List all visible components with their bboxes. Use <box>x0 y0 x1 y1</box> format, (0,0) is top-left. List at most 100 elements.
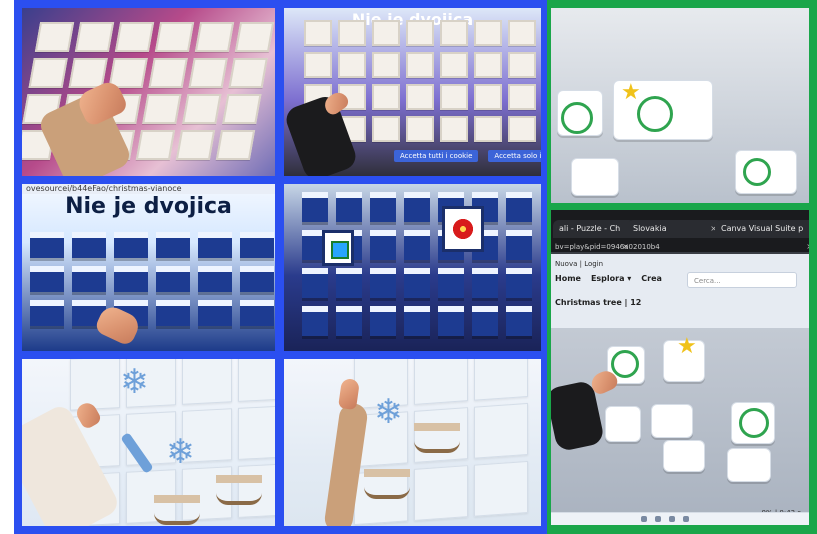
memory-card <box>372 20 400 46</box>
taskbar-icon[interactable] <box>683 516 689 522</box>
menu-create[interactable]: Crea <box>641 274 662 283</box>
memory-tile <box>474 359 528 401</box>
taskbar <box>551 512 809 525</box>
sled-icon <box>414 423 460 453</box>
memory-card <box>508 52 536 78</box>
memory-tile <box>474 460 528 517</box>
tile <box>72 232 106 258</box>
puzzle-piece[interactable] <box>663 440 705 472</box>
snowflake-icon: ❄ <box>166 432 195 472</box>
memory-card <box>440 116 468 142</box>
tile <box>336 268 362 298</box>
breadcrumb: Nuova | Login <box>555 260 604 268</box>
memory-card <box>114 22 155 52</box>
browser-tabs: ali - Puzzle - Ch × Slovakia × Canva Visua… <box>551 210 809 252</box>
screen-title: Nie je dvojica <box>65 194 232 219</box>
tile <box>198 266 232 292</box>
tile <box>336 306 362 336</box>
taskbar-icon[interactable] <box>669 516 675 522</box>
tile <box>302 306 328 336</box>
tile <box>72 266 106 292</box>
memory-card <box>304 52 332 78</box>
puzzle-piece[interactable] <box>651 404 693 438</box>
tile <box>472 268 498 298</box>
taskbar-icon[interactable] <box>641 516 647 522</box>
main-menu: Home Esplora ▾ Crea <box>555 274 662 283</box>
memory-card <box>175 130 216 160</box>
memory-card <box>28 58 68 88</box>
tile <box>240 232 274 258</box>
taskbar-icon[interactable] <box>655 516 661 522</box>
photo-browser-puzzle-screen: ali - Puzzle - Ch × Slovakia × Canva Visua… <box>551 210 809 525</box>
memory-tile <box>70 359 120 411</box>
tile <box>370 306 396 336</box>
sled-icon <box>364 469 410 499</box>
memory-card <box>188 58 228 88</box>
memory-card <box>372 116 400 142</box>
poinsettia-icon <box>453 219 473 239</box>
tile <box>472 306 498 336</box>
tile <box>302 268 328 298</box>
memory-card <box>148 58 188 88</box>
photo-memory-game-cards <box>22 8 275 176</box>
search-input[interactable]: Cerca... <box>687 272 797 288</box>
memory-card <box>474 116 502 142</box>
tile <box>336 192 362 222</box>
photo-memory-grid-sleds: ❄ <box>284 359 541 526</box>
memory-card <box>234 22 275 52</box>
snowflake-icon: ❄ <box>374 392 403 432</box>
memory-card <box>222 94 262 124</box>
tile <box>370 268 396 298</box>
snowflake-icon: ❄ <box>120 362 149 402</box>
app-header: Nuova | Login Home Esplora ▾ Crea Cerca.… <box>551 254 809 328</box>
puzzle-piece[interactable] <box>605 406 641 442</box>
tile <box>156 266 190 292</box>
memory-card <box>508 116 536 142</box>
photo-puzzle-closeup: ★ <box>551 8 809 203</box>
memory-card <box>474 52 502 78</box>
tree-ornament-swirl <box>743 158 771 186</box>
revealed-tile-present <box>322 230 354 266</box>
star-icon: ★ <box>621 80 641 105</box>
tab-slovakia[interactable]: Slovakia × <box>627 220 723 238</box>
tile <box>30 300 64 326</box>
memory-tile <box>414 359 468 405</box>
memory-tile <box>238 405 275 460</box>
tile <box>30 232 64 258</box>
tab-canva[interactable]: Canva Visual Suite p× <box>715 220 809 251</box>
revealed-tile-poinsettia <box>442 206 484 252</box>
tree-ornament-swirl <box>611 350 639 378</box>
tile <box>404 192 430 222</box>
snow-tiles-grid <box>30 232 274 326</box>
memory-card <box>34 22 75 52</box>
memory-card <box>135 130 176 160</box>
memory-card <box>215 130 256 160</box>
tile <box>506 192 532 222</box>
tab-label: Canva Visual Suite p <box>721 224 804 233</box>
photo-memory-grid-snowflakes: ❄ ❄ <box>22 359 275 526</box>
menu-explore[interactable]: Esplora ▾ <box>591 274 631 283</box>
tile <box>240 266 274 292</box>
sled-icon <box>154 495 200 525</box>
cookie-accept-all-button[interactable]: Accetta tutti i cookie <box>394 150 479 162</box>
memory-card <box>338 20 366 46</box>
tile <box>156 300 190 326</box>
photo-snow-tiles-game: ovesourcei/b44eFao/christmas-vianoce Nie… <box>22 184 275 351</box>
photo-screen-with-cookie-banner: Nie je dvojica Accetta tutti i cookie Ac… <box>284 8 541 176</box>
tile <box>30 266 64 292</box>
url-strip: ovesourcei/b44eFao/christmas-vianoce <box>22 184 275 194</box>
puzzle-piece <box>571 158 619 196</box>
memory-card <box>440 20 468 46</box>
memory-tile <box>414 465 468 521</box>
puzzle-piece[interactable] <box>727 448 771 482</box>
memory-card <box>406 20 434 46</box>
tile <box>156 232 190 258</box>
tab-puzzle[interactable]: ali - Puzzle - Ch × <box>553 220 635 251</box>
cookie-accept-essential-button[interactable]: Accetta solo i cookie essenz <box>488 150 541 162</box>
memory-tile <box>474 402 528 459</box>
memory-card <box>372 52 400 78</box>
photo-tiles-with-images <box>284 184 541 351</box>
memory-card <box>142 94 182 124</box>
menu-home[interactable]: Home <box>555 274 581 283</box>
address-bar[interactable]: bv=play&pid=0946a02010b4 <box>555 242 805 252</box>
